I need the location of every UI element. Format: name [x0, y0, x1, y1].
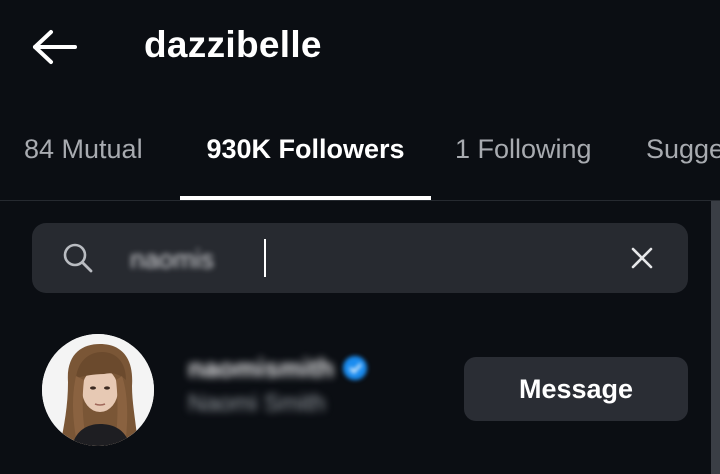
tab-followers[interactable]: 930K Followers [180, 118, 431, 200]
top-bar: dazzibelle [0, 0, 720, 100]
list-item[interactable]: naomismith Naomi Smith Message [0, 320, 711, 460]
tab-bar: 84 Mutual 930K Followers 1 Following Sug… [0, 118, 720, 201]
username-line: naomismith [188, 350, 438, 386]
avatar[interactable] [42, 334, 154, 446]
verified-badge-icon [342, 356, 367, 380]
username: naomismith [188, 352, 334, 383]
search-input[interactable] [128, 237, 612, 281]
user-info: naomismith Naomi Smith [188, 350, 438, 418]
tab-suggested[interactable]: Sugge [646, 118, 720, 200]
followers-screen: dazzibelle 84 Mutual 930K Followers 1 Fo… [0, 0, 720, 474]
arrow-left-icon [33, 30, 77, 64]
search-bar[interactable] [32, 223, 688, 293]
avatar-image [42, 334, 154, 446]
active-tab-indicator [180, 196, 431, 200]
tab-mutual[interactable]: 84 Mutual [24, 118, 143, 200]
search-icon [63, 243, 93, 273]
full-name: Naomi Smith [188, 390, 326, 417]
text-caret [264, 239, 266, 277]
close-icon [631, 247, 653, 269]
clear-search-button[interactable] [624, 240, 660, 276]
message-button[interactable]: Message [464, 357, 688, 421]
scrollbar[interactable] [711, 201, 720, 474]
back-button[interactable] [28, 26, 82, 68]
tab-following[interactable]: 1 Following [455, 118, 592, 200]
page-title: dazzibelle [144, 24, 322, 65]
